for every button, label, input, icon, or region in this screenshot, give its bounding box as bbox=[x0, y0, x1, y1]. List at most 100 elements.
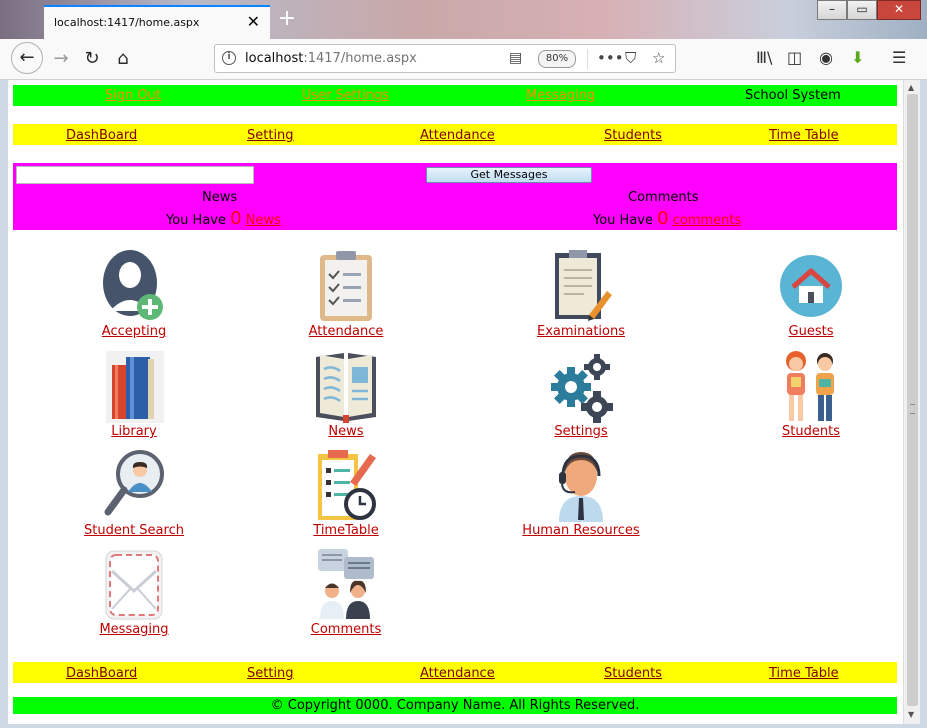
add-user-icon bbox=[103, 250, 163, 320]
tile-student-search[interactable]: Student Search bbox=[49, 448, 219, 538]
tile-students[interactable]: Students bbox=[726, 349, 896, 439]
news-heading: News bbox=[202, 190, 238, 205]
footer-menu-timetable[interactable]: Time Table bbox=[769, 666, 839, 681]
reader-view-icon[interactable]: ▤ bbox=[509, 50, 522, 66]
pocket-icon[interactable]: ⛉ bbox=[625, 49, 636, 67]
envelope-icon bbox=[105, 550, 163, 620]
url-bar[interactable]: i localhost:1417/home.aspx ▤ 80% ••• ⛉ ☆ bbox=[214, 44, 676, 73]
news-you-have-text: You Have bbox=[166, 213, 226, 228]
tab-title: localhost:1417/home.aspx bbox=[54, 16, 200, 29]
tile-comments[interactable]: Comments bbox=[261, 547, 431, 637]
home-icon[interactable]: ⌂ bbox=[108, 44, 138, 74]
menu-attendance[interactable]: Attendance bbox=[420, 128, 495, 143]
students-icon bbox=[786, 351, 834, 421]
tile-label: Library bbox=[111, 424, 157, 439]
back-icon[interactable]: ← bbox=[11, 42, 43, 74]
tile-label: Messaging bbox=[99, 622, 169, 637]
window-controls: – ▭ ✕ bbox=[817, 0, 921, 20]
tile-library[interactable]: Library bbox=[49, 349, 219, 439]
footer-menu-bar: DashBoard Setting Attendance Students Ti… bbox=[13, 662, 897, 683]
comments-summary: You Have 0 comments bbox=[593, 208, 741, 229]
minimize-icon[interactable]: – bbox=[817, 0, 847, 20]
url-host: localhost bbox=[245, 51, 304, 66]
tile-human-resources[interactable]: Human Resources bbox=[496, 448, 666, 538]
scroll-grip bbox=[910, 404, 915, 414]
bookmark-star-icon[interactable]: ☆ bbox=[652, 49, 665, 67]
tile-attendance[interactable]: Attendance bbox=[261, 249, 431, 339]
brand-text: School System bbox=[745, 88, 841, 103]
zoom-badge[interactable]: 80% bbox=[538, 50, 576, 68]
more-actions-icon[interactable]: ••• bbox=[597, 49, 624, 67]
menu-setting[interactable]: Setting bbox=[247, 128, 294, 143]
tile-label: Settings bbox=[554, 424, 608, 439]
tab-close-icon[interactable]: ✕ bbox=[247, 12, 260, 31]
support-agent-icon bbox=[559, 452, 603, 522]
tile-accepting[interactable]: Accepting bbox=[49, 249, 219, 339]
tile-label: Examinations bbox=[536, 324, 626, 339]
info-icon[interactable]: i bbox=[222, 51, 236, 65]
menu-icon[interactable]: ☰ bbox=[892, 48, 906, 67]
url-separator bbox=[587, 49, 588, 69]
comments-count: 0 bbox=[657, 208, 669, 229]
messaging-link[interactable]: Messaging bbox=[526, 88, 595, 103]
main-menu-bar: DashBoard Setting Attendance Students Ti… bbox=[13, 124, 897, 145]
tile-examinations[interactable]: Examinations bbox=[496, 249, 666, 339]
browser-window: localhost:1417/home.aspx ✕ + – ▭ ✕ ← → ↻… bbox=[0, 0, 927, 728]
message-search-input[interactable] bbox=[16, 166, 254, 184]
footer-menu-students[interactable]: Students bbox=[604, 666, 662, 681]
sidebar-icon[interactable]: ◫ bbox=[787, 48, 802, 67]
menu-students[interactable]: Students bbox=[604, 128, 662, 143]
get-messages-button[interactable]: Get Messages bbox=[426, 167, 592, 183]
timetable-icon bbox=[318, 450, 376, 520]
tile-settings[interactable]: Settings bbox=[496, 349, 666, 439]
clipboard-checklist-icon bbox=[320, 251, 372, 321]
footer-menu-setting[interactable]: Setting bbox=[247, 666, 294, 681]
scroll-down-icon[interactable]: ▼ bbox=[908, 710, 914, 719]
tile-timetable[interactable]: TimeTable bbox=[261, 448, 431, 538]
menu-dashboard[interactable]: DashBoard bbox=[66, 128, 137, 143]
scroll-thumb[interactable] bbox=[907, 94, 918, 706]
news-link[interactable]: News bbox=[246, 213, 281, 228]
tile-guests[interactable]: Guests bbox=[726, 249, 896, 339]
news-summary: You Have 0 News bbox=[166, 208, 281, 229]
reload-icon[interactable]: ↻ bbox=[77, 44, 107, 74]
library-icon[interactable]: Ⅲ\ bbox=[756, 48, 772, 67]
browser-tab[interactable]: localhost:1417/home.aspx ✕ bbox=[44, 5, 270, 39]
footer-menu-dashboard[interactable]: DashBoard bbox=[66, 666, 137, 681]
tile-label: Accepting bbox=[101, 324, 167, 339]
tab-strip: localhost:1417/home.aspx ✕ + – ▭ ✕ bbox=[0, 0, 927, 39]
browser-toolbar: ← → ↻ ⌂ i localhost:1417/home.aspx ▤ 80%… bbox=[0, 39, 927, 80]
tile-news[interactable]: News bbox=[261, 349, 431, 439]
top-nav-bar: Sign Out User Settings Messaging School … bbox=[13, 85, 897, 106]
copyright-text: © Copyright 0000. Company Name. All Righ… bbox=[270, 698, 640, 713]
tile-label: News bbox=[328, 424, 364, 439]
open-book-icon bbox=[316, 353, 376, 423]
url-text[interactable]: localhost:1417/home.aspx bbox=[245, 51, 417, 66]
gears-icon bbox=[551, 354, 613, 423]
messages-panel: Get Messages News Comments You Have 0 Ne… bbox=[13, 163, 897, 230]
comments-heading: Comments bbox=[628, 190, 699, 205]
footer-bar: © Copyright 0000. Company Name. All Righ… bbox=[13, 697, 897, 714]
comments-you-have-text: You Have bbox=[593, 213, 653, 228]
maximize-icon[interactable]: ▭ bbox=[847, 0, 877, 20]
sign-out-link[interactable]: Sign Out bbox=[105, 88, 161, 103]
tile-label: Attendance bbox=[308, 324, 384, 339]
tile-label: Human Resources bbox=[522, 523, 640, 538]
home-icon bbox=[780, 255, 842, 317]
footer-menu-attendance[interactable]: Attendance bbox=[420, 666, 495, 681]
url-path: :1417/home.aspx bbox=[303, 51, 417, 66]
forward-icon[interactable]: → bbox=[46, 44, 76, 74]
tile-label: Guests bbox=[788, 324, 834, 339]
download-icon[interactable]: ⬇ bbox=[851, 48, 864, 67]
window-close-icon[interactable]: ✕ bbox=[877, 0, 921, 20]
menu-timetable[interactable]: Time Table bbox=[769, 128, 839, 143]
account-icon[interactable]: ◉ bbox=[819, 48, 833, 67]
tile-messaging[interactable]: Messaging bbox=[49, 547, 219, 637]
page-scrollbar[interactable]: ▲ ▼ bbox=[903, 80, 920, 724]
comments-link[interactable]: comments bbox=[673, 213, 742, 228]
new-tab-icon[interactable]: + bbox=[276, 6, 298, 32]
tile-label: Comments bbox=[310, 622, 382, 637]
page-content: Sign Out User Settings Messaging School … bbox=[8, 80, 903, 724]
scroll-up-icon[interactable]: ▲ bbox=[908, 83, 914, 92]
user-settings-link[interactable]: User Settings bbox=[302, 88, 389, 103]
